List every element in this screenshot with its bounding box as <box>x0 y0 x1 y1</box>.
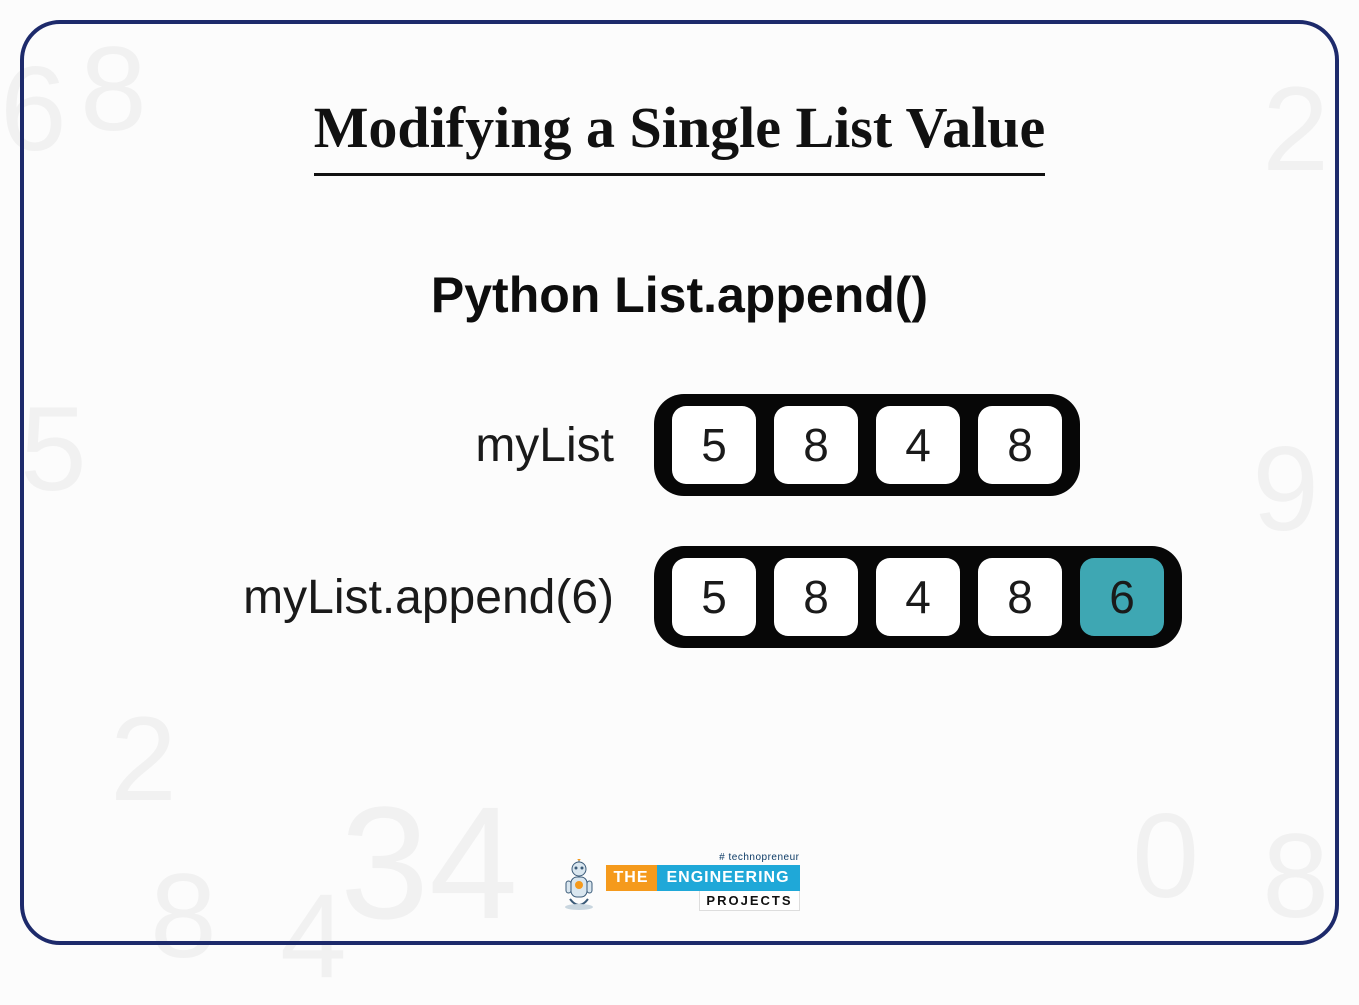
list-row: myList5848 <box>114 394 1245 496</box>
rows-container: myList5848myList.append(6)58486 <box>114 394 1245 648</box>
subtitle: Python List.append() <box>114 266 1245 324</box>
logo-projects: PROJECTS <box>699 891 799 911</box>
list-cell: 4 <box>876 406 960 484</box>
logo-text: # technopreneur THE ENGINEERING PROJECTS <box>605 852 799 911</box>
logo-bars: THE ENGINEERING <box>605 865 799 891</box>
page-title: Modifying a Single List Value <box>314 94 1046 176</box>
footer-logo: # technopreneur THE ENGINEERING PROJECTS <box>559 852 799 911</box>
list-cell-highlight: 6 <box>1080 558 1164 636</box>
list-cell: 8 <box>774 558 858 636</box>
main-frame: Modifying a Single List Value Python Lis… <box>20 20 1339 945</box>
list-box: 5848 <box>654 394 1080 496</box>
content-area: Modifying a Single List Value Python Lis… <box>24 24 1335 941</box>
list-row: myList.append(6)58486 <box>114 546 1245 648</box>
logo-the: THE <box>605 865 656 891</box>
list-cell: 8 <box>774 406 858 484</box>
list-cell: 5 <box>672 558 756 636</box>
list-cell: 5 <box>672 406 756 484</box>
logo-engineering: ENGINEERING <box>656 865 799 891</box>
row-label: myList <box>114 418 654 473</box>
row-label: myList.append(6) <box>114 570 654 625</box>
list-box: 58486 <box>654 546 1182 648</box>
list-cell: 8 <box>978 558 1062 636</box>
robot-icon <box>559 859 597 911</box>
title-wrap: Modifying a Single List Value <box>114 94 1245 176</box>
list-cell: 8 <box>978 406 1062 484</box>
logo-tagline: # technopreneur <box>719 852 799 863</box>
list-cell: 4 <box>876 558 960 636</box>
